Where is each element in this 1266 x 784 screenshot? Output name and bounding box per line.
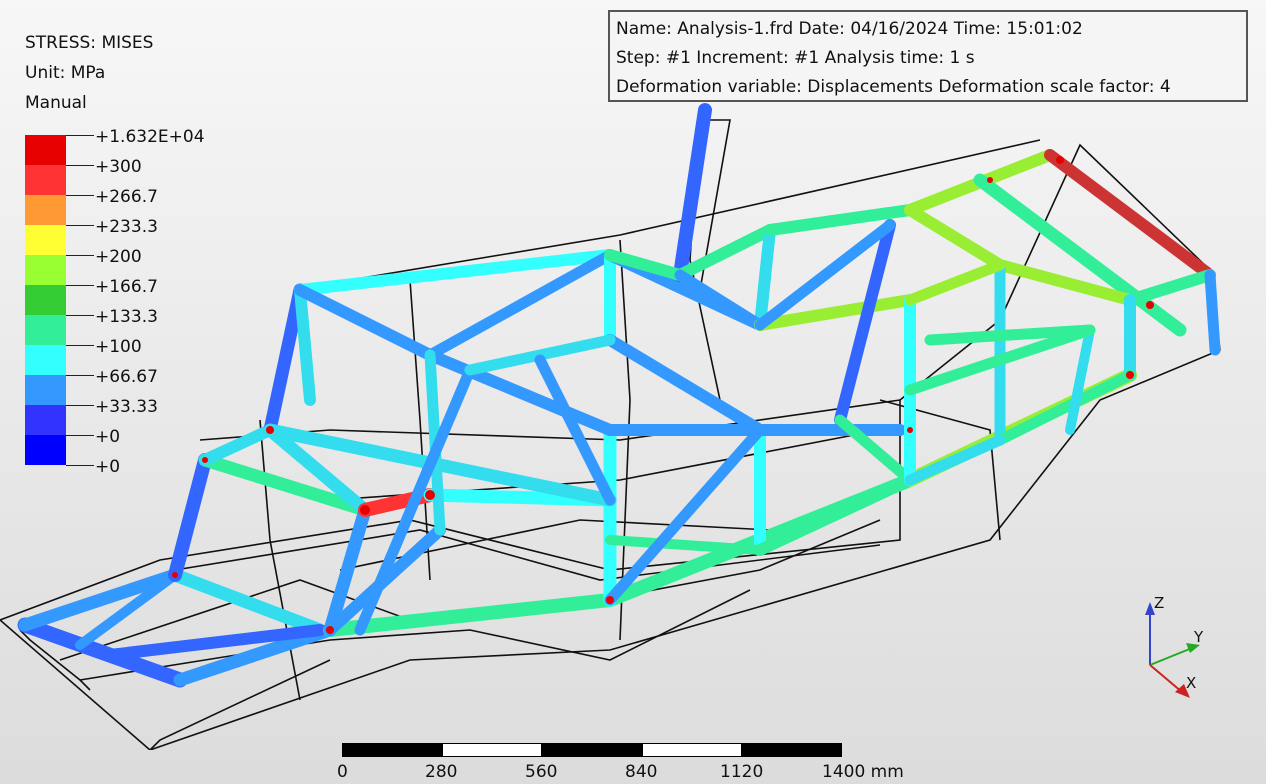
scale-tick-4: 1120	[720, 762, 764, 782]
scale-segment-2	[442, 743, 542, 757]
info-line-step: Step: #1 Increment: #1 Analysis time: 1 …	[616, 48, 975, 68]
scale-tick-1: 280	[425, 762, 458, 782]
scale-segment-1	[342, 743, 442, 757]
x-axis-line	[1149, 664, 1183, 693]
scale-tick-2: 560	[525, 762, 558, 782]
legend-variable: STRESS: MISES	[25, 33, 154, 53]
fea-chassis-model-viewport[interactable]	[0, 100, 1266, 750]
info-line-deformation: Deformation variable: Displacements Defo…	[616, 77, 1171, 97]
analysis-info-box: Name: Analysis-1.frd Date: 04/16/2024 Ti…	[608, 10, 1248, 102]
scale-tick-0: 0	[337, 762, 348, 782]
scale-segment-4	[642, 743, 742, 757]
y-axis-label: Y	[1194, 628, 1204, 646]
axis-triad[interactable]	[1130, 590, 1220, 710]
z-axis-label: Z	[1154, 594, 1165, 612]
scale-segment-3	[542, 743, 642, 757]
stress-colored-members	[17, 103, 1221, 688]
scale-tick-3: 840	[625, 762, 658, 782]
x-axis-label: X	[1186, 674, 1197, 692]
stress-hot-spots	[172, 156, 1154, 634]
scale-tick-5: 1400 mm	[822, 762, 904, 782]
legend-unit: Unit: MPa	[25, 63, 106, 83]
y-axis-line	[1149, 647, 1193, 666]
scale-segment-5	[742, 743, 842, 757]
info-line-name-date-time: Name: Analysis-1.frd Date: 04/16/2024 Ti…	[616, 19, 1083, 39]
